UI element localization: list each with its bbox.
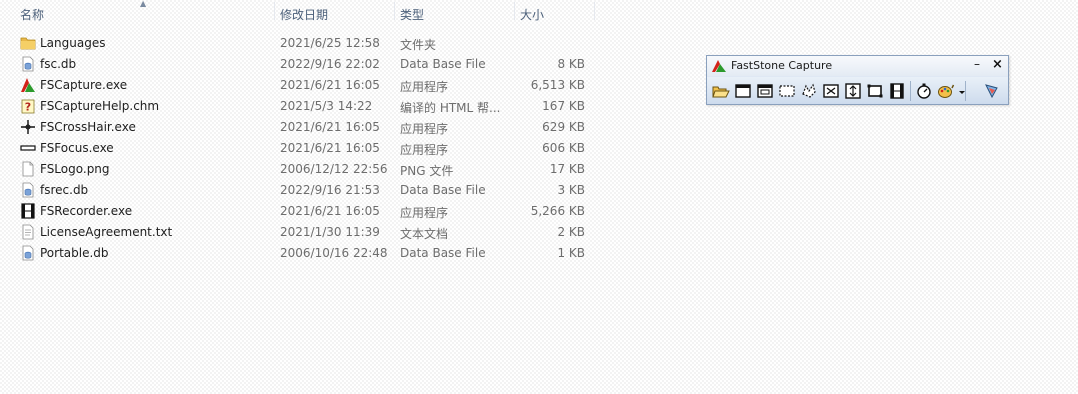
file-size: 1 KB (557, 246, 585, 260)
toolbar-title: FastStone Capture (731, 59, 833, 72)
fscapture-app-icon (20, 77, 36, 93)
file-row[interactable]: FSCrossHair.exe 2021/6/21 16:05 应用程序 629 KB (0, 117, 600, 138)
close-button[interactable]: × (992, 57, 1003, 72)
text-file-icon (20, 224, 36, 240)
file-row[interactable]: Portable.db 2006/10/16 22:48 Data Base Fil… (0, 243, 600, 264)
capture-freehand-icon[interactable] (800, 82, 818, 100)
file-row[interactable]: FSLogo.png 2006/12/12 22:56 PNG 文件 17 KB (0, 159, 600, 180)
file-size: 5,266 KB (530, 204, 585, 218)
file-size: 167 KB (542, 99, 585, 113)
file-modified: 2022/9/16 21:53 (280, 183, 380, 197)
file-modified: 2021/6/21 16:05 (280, 78, 380, 92)
file-modified: 2021/6/21 16:05 (280, 141, 380, 155)
capture-active-window-icon[interactable] (734, 82, 752, 100)
column-header: 名称 ▲ 修改日期 类型 大小 (0, 0, 600, 24)
file-name: Languages (40, 36, 106, 50)
file-size: 2 KB (557, 225, 585, 239)
file-name: Portable.db (40, 246, 109, 260)
file-name: fsc.db (40, 57, 77, 71)
file-row[interactable]: fsrec.db 2022/9/16 21:53 Data Base File 3 K… (0, 180, 600, 201)
open-file-icon[interactable] (712, 82, 730, 100)
faststone-logo-icon (712, 60, 726, 72)
file-type: Data Base File (400, 57, 486, 71)
file-name: FSCrossHair.exe (40, 120, 136, 134)
settings-menu-icon[interactable] (983, 82, 1001, 100)
column-header-name[interactable]: 名称 (20, 6, 44, 23)
capture-scrolling-icon[interactable] (844, 82, 862, 100)
capture-tools-bar (707, 77, 1008, 104)
file-modified: 2006/10/16 22:48 (280, 246, 388, 260)
file-type: 应用程序 (400, 206, 449, 220)
file-size: 606 KB (542, 141, 585, 155)
folder-icon (20, 35, 36, 51)
file-type: Data Base File (400, 246, 486, 260)
crosshair-icon (20, 119, 36, 135)
file-modified: 2021/5/3 14:22 (280, 99, 373, 113)
focus-bar-icon (20, 140, 36, 156)
file-row[interactable]: FSCapture.exe 2021/6/21 16:05 应用程序 6,513 KB (0, 75, 600, 96)
column-header-modified[interactable]: 修改日期 (280, 6, 328, 23)
file-name: LicenseAgreement.txt (40, 225, 173, 239)
file-type: Data Base File (400, 183, 486, 197)
file-modified: 2022/9/16 22:02 (280, 57, 380, 71)
file-name: fsrec.db (40, 183, 89, 197)
delay-timer-icon[interactable] (915, 82, 933, 100)
screen-recorder-icon[interactable] (888, 82, 906, 100)
capture-rectangle-icon[interactable] (778, 82, 796, 100)
capture-fullscreen-icon[interactable] (822, 82, 840, 100)
column-header-size[interactable]: 大小 (520, 6, 544, 23)
toolbar-titlebar[interactable]: FastStone Capture – × (707, 56, 1008, 76)
db-file-icon (20, 182, 36, 198)
column-divider[interactable] (514, 2, 515, 20)
file-row[interactable]: FSRecorder.exe 2021/6/21 16:05 应用程序 5,266 K… (0, 201, 600, 222)
file-row[interactable]: ? FSCaptureHelp.chm 2021/5/3 14:22 编译的 HTML… (0, 96, 600, 117)
file-modified: 2021/6/21 16:05 (280, 204, 380, 218)
file-type: PNG 文件 (400, 164, 454, 178)
file-name: FSRecorder.exe (40, 204, 133, 218)
file-row[interactable]: fsc.db 2022/9/16 22:02 Data Base File 8 KB (0, 54, 600, 75)
file-type: 编译的 HTML 帮... (400, 101, 501, 115)
file-name: FSFocus.exe (40, 141, 114, 155)
db-file-icon (20, 245, 36, 261)
toolbar-separator (965, 81, 966, 101)
file-size: 6,513 KB (530, 78, 585, 92)
file-type: 文本文档 (400, 227, 449, 241)
file-size: 8 KB (557, 57, 585, 71)
file-size: 629 KB (542, 120, 585, 134)
film-icon (20, 203, 36, 219)
file-modified: 2021/6/25 12:58 (280, 36, 380, 50)
file-type: 文件夹 (400, 38, 437, 52)
file-type: 应用程序 (400, 80, 449, 94)
sort-arrow-icon: ▲ (140, 0, 147, 8)
svg-text:?: ? (25, 101, 31, 114)
file-type: 应用程序 (400, 122, 449, 136)
file-name: FSLogo.png (40, 162, 110, 176)
file-name: FSCaptureHelp.chm (40, 99, 160, 113)
chevron-down-icon[interactable] (953, 82, 965, 100)
file-row[interactable]: FSFocus.exe 2021/6/21 16:05 应用程序 606 KB (0, 138, 600, 159)
image-file-icon (20, 161, 36, 177)
db-file-icon (20, 56, 36, 72)
file-name: FSCapture.exe (40, 78, 128, 92)
column-divider[interactable] (274, 2, 275, 20)
capture-window-object-icon[interactable] (756, 82, 774, 100)
column-header-type[interactable]: 类型 (400, 6, 424, 23)
help-file-icon: ? (20, 98, 36, 114)
column-divider[interactable] (594, 2, 595, 20)
file-modified: 2006/12/12 22:56 (280, 162, 388, 176)
column-divider[interactable] (394, 2, 395, 20)
file-modified: 2021/1/30 11:39 (280, 225, 380, 239)
file-type: 应用程序 (400, 143, 449, 157)
file-row[interactable]: LicenseAgreement.txt 2021/1/30 11:39 文本文档 2… (0, 222, 600, 243)
file-size: 3 KB (557, 183, 585, 197)
file-size: 17 KB (549, 162, 585, 176)
minimize-button[interactable]: – (974, 57, 980, 71)
file-modified: 2021/6/21 16:05 (280, 120, 380, 134)
faststone-capture-toolbar[interactable]: FastStone Capture – × (706, 55, 1009, 105)
file-row[interactable]: Languages 2021/6/25 12:58 文件夹 (0, 33, 600, 54)
toolbar-separator (910, 81, 911, 101)
capture-fixed-region-icon[interactable] (866, 82, 884, 100)
